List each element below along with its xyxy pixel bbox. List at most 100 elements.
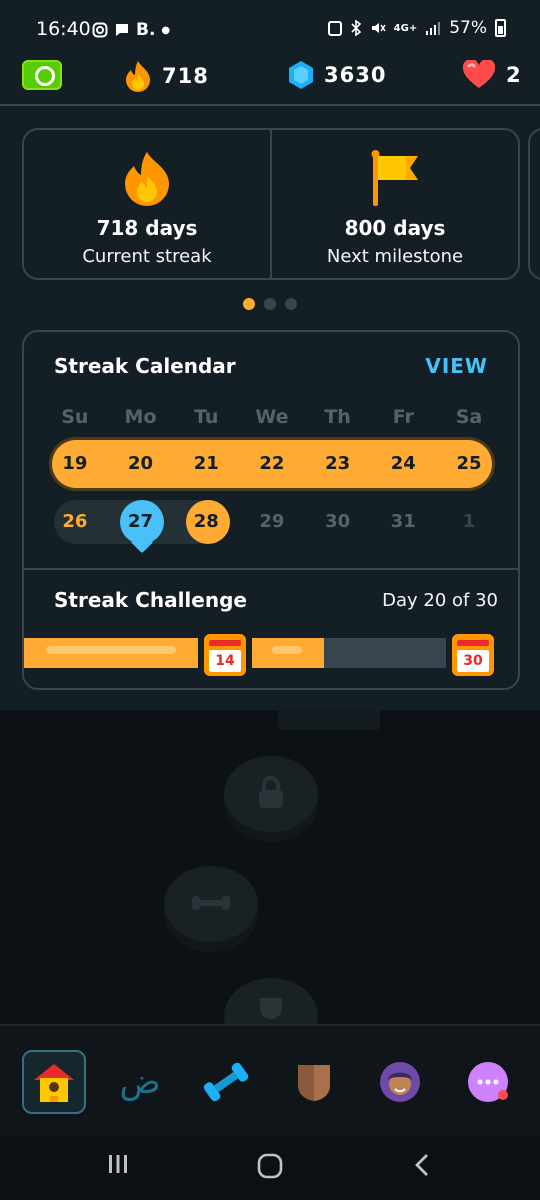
letters-icon: ض	[119, 1062, 161, 1102]
flame-icon	[125, 152, 169, 206]
weekday-label: Su	[61, 406, 89, 428]
more-icon	[468, 1062, 508, 1102]
practice-node[interactable]	[164, 866, 258, 942]
path-section-header	[278, 710, 380, 730]
streak-count: 718	[162, 64, 209, 88]
calendar-milestone-icon: 14	[204, 634, 246, 676]
nav-more-button[interactable]	[456, 1050, 520, 1114]
weekday-label: Mo	[124, 406, 157, 428]
back-button[interactable]	[410, 1152, 434, 1178]
calendar-day: 28	[193, 511, 219, 532]
lock-icon	[259, 776, 283, 808]
dot-icon: ●	[161, 24, 171, 36]
calendar-day: 30	[325, 511, 351, 532]
calendar-day: 24	[390, 453, 416, 474]
lesson-node-locked[interactable]	[224, 756, 318, 832]
practice-icon	[203, 1062, 249, 1102]
instagram-icon	[92, 22, 108, 38]
carousel-dot-active[interactable]	[243, 298, 255, 310]
bluetooth-icon	[351, 20, 361, 36]
home-icon	[34, 1064, 74, 1102]
carousel-dots	[243, 298, 297, 310]
divider	[24, 568, 518, 570]
calendar-day: 22	[259, 453, 285, 474]
nav-profile-button[interactable]	[368, 1050, 432, 1114]
progress-segment-completed	[24, 638, 198, 668]
weekday-label: Sa	[455, 406, 483, 428]
flag-icon	[371, 150, 418, 206]
next-card-peek[interactable]	[528, 128, 540, 280]
dumbbell-icon	[192, 896, 230, 910]
weekday-label: Tu	[194, 406, 219, 428]
calendar-day: 21	[193, 453, 219, 474]
streak-stat-button[interactable]: 718	[124, 60, 209, 92]
learn-path-overlay[interactable]	[0, 710, 540, 1024]
milestone-day: 30	[457, 650, 489, 672]
battery-saver-icon	[327, 21, 342, 36]
nav-practice-button[interactable]	[194, 1050, 258, 1114]
message-icon	[116, 24, 128, 36]
signal-icon	[426, 22, 441, 35]
weekday-header: Su Mo Tu We Th Fr Sa	[42, 406, 502, 428]
mute-icon	[371, 23, 386, 33]
current-streak-label: Current streak	[82, 246, 212, 267]
home-button[interactable]	[256, 1152, 284, 1180]
calendar-day: 20	[128, 453, 154, 474]
carousel-dot[interactable]	[264, 298, 276, 310]
calendar-week-current: 26 27 28 29 30 31 1	[42, 500, 502, 544]
hearts-count: 2	[506, 63, 522, 87]
next-milestone-value: 800 days	[344, 216, 446, 240]
calendar-day: 29	[259, 511, 285, 532]
weekday-label: We	[255, 406, 289, 428]
weekday-label: Fr	[392, 406, 414, 428]
heart-icon	[462, 60, 496, 88]
status-time: 16:40	[36, 18, 91, 40]
system-navigation-bar	[0, 1136, 540, 1200]
gems-stat-button[interactable]: 3630	[288, 60, 386, 90]
calendar-day: 25	[456, 453, 482, 474]
flame-icon	[126, 61, 150, 92]
course-flag-button[interactable]	[22, 60, 62, 90]
calendar-day: 19	[62, 453, 88, 474]
calendar-day-today: 27	[128, 511, 154, 532]
battery-icon	[495, 19, 506, 37]
carousel-dot[interactable]	[285, 298, 297, 310]
streak-challenge-title: Streak Challenge	[54, 588, 247, 612]
weekday-label: Th	[324, 406, 351, 428]
nav-letters-button[interactable]: ض	[108, 1050, 172, 1114]
calendar-day: 31	[390, 511, 416, 532]
streak-challenge-progress-bar: 14 30	[24, 634, 518, 676]
next-milestone-card: 800 days Next milestone	[270, 130, 518, 278]
calendar-milestone-icon: 30	[452, 634, 494, 676]
profile-avatar-icon	[380, 1062, 420, 1102]
leagues-icon	[298, 1065, 330, 1101]
notification-letter: B.	[136, 20, 156, 40]
hearts-stat-button[interactable]: 2	[462, 60, 522, 90]
calendar-week-completed: 19 20 21 22 23 24 25	[42, 440, 502, 488]
streak-stats-card[interactable]: 718 days Current streak 800 days Next mi…	[22, 128, 520, 280]
recents-button[interactable]	[106, 1152, 130, 1176]
milestone-day: 14	[209, 650, 241, 672]
trophy-node[interactable]	[224, 978, 318, 1024]
gem-icon	[289, 61, 313, 89]
gems-count: 3630	[324, 63, 387, 87]
calendar-day: 26	[62, 511, 88, 532]
status-bar: 16:40 B. ● 4G+ 57%	[0, 0, 540, 56]
next-milestone-label: Next milestone	[326, 246, 464, 267]
current-streak-card: 718 days Current streak	[24, 130, 270, 278]
streak-challenge-progress-text: Day 20 of 30	[382, 590, 498, 611]
calendar-day: 1	[462, 511, 476, 532]
nav-leagues-button[interactable]	[282, 1050, 346, 1114]
battery-percent: 57%	[449, 18, 487, 38]
streak-calendar-card: Streak Calendar VIEW Su Mo Tu We Th Fr S…	[22, 330, 520, 690]
trophy-icon	[260, 998, 282, 1019]
calendar-view-button[interactable]: VIEW	[425, 354, 488, 378]
progress-segment-fill	[252, 638, 324, 668]
nav-home-button[interactable]	[22, 1050, 86, 1114]
status-system: 4G+ 57%	[327, 18, 506, 38]
network-type: 4G+	[393, 22, 418, 34]
bottom-navigation: ض	[0, 1024, 540, 1136]
calendar-day: 23	[325, 453, 351, 474]
status-notifications: B. ●	[92, 20, 170, 40]
calendar-title: Streak Calendar	[54, 354, 236, 378]
